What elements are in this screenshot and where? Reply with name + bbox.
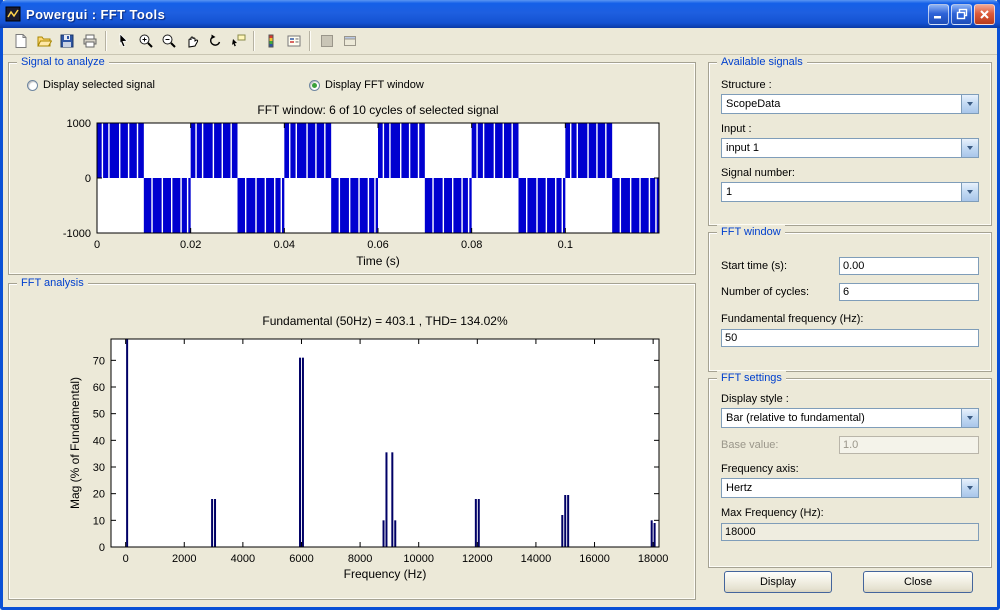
display-style-selected-value: Bar (relative to fundamental) — [722, 412, 961, 424]
open-file-icon[interactable] — [32, 30, 55, 53]
svg-text:10: 10 — [93, 515, 105, 527]
svg-text:1000: 1000 — [67, 118, 91, 130]
input-select[interactable]: input 1 — [721, 138, 979, 158]
titlebar: Powergui : FFT Tools — [0, 0, 1000, 28]
svg-text:70: 70 — [93, 355, 105, 367]
save-icon[interactable] — [55, 30, 78, 53]
max-frequency-label: Max Frequency (Hz): — [721, 507, 981, 519]
minimize-button[interactable] — [928, 4, 949, 25]
display-button[interactable]: Display — [724, 571, 832, 593]
panel-title: Available signals — [717, 55, 807, 69]
chevron-down-icon[interactable] — [961, 139, 978, 157]
svg-text:60: 60 — [93, 382, 105, 394]
panel-title: FFT window — [717, 225, 785, 239]
svg-text:0.1: 0.1 — [558, 239, 573, 251]
rotate-3d-icon[interactable] — [203, 30, 226, 53]
svg-text:20: 20 — [93, 489, 105, 501]
display-style-label: Display style : — [721, 393, 981, 405]
svg-text:16000: 16000 — [579, 553, 610, 565]
fft-bar-plot: 0 2000 4000 6000 8000 10000 12000 14000 16000 180… — [9, 284, 697, 601]
insert-colorbar-icon[interactable] — [259, 30, 282, 53]
signal-plot: 00.020.040.060.080.1-100001000Time (s) — [9, 63, 697, 276]
plot-tools-a-icon[interactable] — [315, 30, 338, 53]
base-value-input — [839, 436, 979, 454]
signal-number-selected-value: 1 — [722, 186, 961, 198]
chevron-down-icon[interactable] — [961, 479, 978, 497]
data-cursor-icon[interactable] — [226, 30, 249, 53]
toolbar-separator — [309, 31, 311, 51]
restore-button[interactable] — [951, 4, 972, 25]
svg-text:0.06: 0.06 — [367, 239, 388, 251]
frequency-axis-select[interactable]: Hertz — [721, 478, 979, 498]
max-frequency-input[interactable] — [721, 523, 979, 541]
number-of-cycles-input[interactable] — [839, 283, 979, 301]
powergui-fft-tools-window: Powergui : FFT Tools — [0, 0, 1000, 610]
structure-label: Structure : — [721, 79, 981, 91]
svg-text:12000: 12000 — [462, 553, 493, 565]
display-style-select[interactable]: Bar (relative to fundamental) — [721, 408, 979, 428]
svg-text:0: 0 — [94, 239, 100, 251]
svg-text:0.08: 0.08 — [461, 239, 482, 251]
input-selected-value: input 1 — [722, 142, 961, 154]
zoom-out-icon[interactable] — [157, 30, 180, 53]
available-signals-panel: Available signals Structure : ScopeData … — [708, 62, 992, 226]
svg-text:-1000: -1000 — [63, 228, 91, 240]
svg-text:6000: 6000 — [289, 553, 313, 565]
svg-text:2000: 2000 — [172, 553, 196, 565]
close-button[interactable]: Close — [863, 571, 973, 593]
window-title: Powergui : FFT Tools — [26, 7, 928, 22]
svg-text:4000: 4000 — [231, 553, 255, 565]
svg-text:0: 0 — [85, 173, 91, 185]
fft-window-panel: FFT window Start time (s): Number of cyc… — [708, 232, 992, 372]
start-time-label: Start time (s): — [721, 260, 839, 272]
new-file-icon[interactable] — [9, 30, 32, 53]
start-time-input[interactable] — [839, 257, 979, 275]
close-icon[interactable] — [974, 4, 995, 25]
chevron-down-icon[interactable] — [961, 183, 978, 201]
svg-text:0.04: 0.04 — [274, 239, 295, 251]
svg-text:10000: 10000 — [403, 553, 434, 565]
svg-text:0: 0 — [99, 542, 105, 554]
app-icon — [5, 6, 21, 22]
signal-number-select[interactable]: 1 — [721, 182, 979, 202]
fundamental-frequency-input[interactable] — [721, 329, 979, 347]
input-label: Input : — [721, 123, 981, 135]
svg-text:Time (s): Time (s) — [356, 254, 400, 268]
svg-text:14000: 14000 — [521, 553, 552, 565]
svg-text:18000: 18000 — [638, 553, 669, 565]
chevron-down-icon[interactable] — [961, 409, 978, 427]
signal-number-label: Signal number: — [721, 167, 981, 179]
plot-tools-b-icon[interactable] — [338, 30, 361, 53]
structure-select[interactable]: ScopeData — [721, 94, 979, 114]
frequency-axis-selected-value: Hertz — [722, 482, 961, 494]
frequency-axis-label: Frequency axis: — [721, 463, 981, 475]
zoom-in-icon[interactable] — [134, 30, 157, 53]
chevron-down-icon[interactable] — [961, 95, 978, 113]
svg-text:Frequency (Hz): Frequency (Hz) — [344, 567, 427, 581]
settings-column: Available signals Structure : ScopeData … — [708, 62, 994, 602]
panel-title: FFT settings — [717, 371, 786, 385]
svg-text:0.02: 0.02 — [180, 239, 201, 251]
fft-settings-panel: FFT settings Display style : Bar (relati… — [708, 378, 992, 568]
svg-text:Mag (% of Fundamental): Mag (% of Fundamental) — [68, 377, 82, 509]
structure-selected-value: ScopeData — [722, 98, 961, 110]
svg-text:50: 50 — [93, 409, 105, 421]
svg-text:40: 40 — [93, 435, 105, 447]
number-of-cycles-label: Number of cycles: — [721, 286, 839, 298]
svg-text:30: 30 — [93, 462, 105, 474]
pan-hand-icon[interactable] — [180, 30, 203, 53]
figure-toolbar — [3, 28, 997, 55]
svg-text:8000: 8000 — [348, 553, 372, 565]
fft-analysis-panel: FFT analysis Fundamental (50Hz) = 403.1 … — [8, 283, 696, 600]
insert-legend-icon[interactable] — [282, 30, 305, 53]
arrow-cursor-icon[interactable] — [111, 30, 134, 53]
toolbar-separator — [105, 31, 107, 51]
print-icon[interactable] — [78, 30, 101, 53]
base-value-label: Base value: — [721, 439, 839, 451]
fundamental-frequency-label: Fundamental frequency (Hz): — [721, 313, 981, 325]
svg-text:0: 0 — [123, 553, 129, 565]
toolbar-separator — [253, 31, 255, 51]
signal-to-analyze-panel: Signal to analyze Display selected signa… — [8, 62, 696, 275]
